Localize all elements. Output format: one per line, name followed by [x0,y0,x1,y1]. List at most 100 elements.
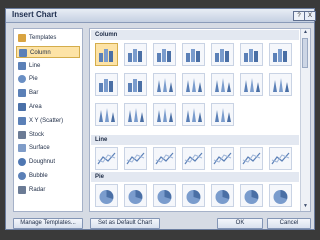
chart-type-stock[interactable]: Stock [16,129,80,141]
pie-chart-thumbnail[interactable] [269,184,292,207]
line-icon [271,152,290,165]
column-chart-thumbnail[interactable] [182,43,205,66]
pie-icon [244,190,259,204]
chart-type-label: Column [30,49,51,56]
cone-icon [186,78,202,92]
chart-type-label: Line [29,62,41,69]
pie-chart-thumbnail[interactable] [124,184,147,207]
scroll-down-arrow-icon[interactable]: ▼ [302,203,309,210]
pie-chart-icon [18,75,26,84]
chart-type-surface[interactable]: Surface [16,142,80,154]
column-chart-thumbnail[interactable] [269,43,292,66]
pie-icon [157,190,172,204]
chart-type-radar[interactable]: Radar [16,184,80,196]
column-chart-thumbnail[interactable] [153,43,176,66]
column-chart-icon [19,48,27,57]
line-chart-thumbnail[interactable] [95,147,118,170]
line-chart-thumbnail[interactable] [240,147,263,170]
column-chart-thumbnail[interactable] [95,43,118,66]
area-chart-icon [18,103,26,111]
chart-type-list: Templates Column Line Pie Bar Area X Y (Scatte… [13,28,83,212]
surface-chart-icon [18,144,26,153]
cone-icon [99,108,115,122]
chart-type-label: Bar [29,90,39,97]
pie-chart-thumbnail[interactable] [240,184,263,207]
pie-icon [215,190,230,204]
line-chart-thumbnail[interactable] [124,147,147,170]
scroll-thumb[interactable] [302,38,308,68]
line-chart-thumbnail[interactable] [211,147,234,170]
close-button[interactable]: X [304,11,316,21]
cone-chart-thumbnail[interactable] [182,103,205,126]
line-icon [155,152,174,165]
manage-templates-button[interactable]: Manage Templates... [13,218,83,229]
pie-icon [128,190,143,204]
bubble-chart-icon [18,172,26,180]
column-icon [128,79,142,92]
line-chart-thumbnail[interactable] [153,147,176,170]
chart-type-label: X Y (Scatter) [29,117,64,124]
pie-icon [186,190,201,204]
column-icon [273,49,287,62]
chart-type-x-y-scatter[interactable]: X Y (Scatter) [16,115,80,127]
cone-icon [157,108,173,122]
cone-icon [157,78,173,92]
pie-chart-thumbnail[interactable] [211,184,234,207]
chart-type-label: Stock [29,131,45,138]
folder-icon [18,34,26,42]
ok-button[interactable]: OK [217,218,263,229]
chart-type-label: Templates [29,35,57,41]
cone-icon [215,108,231,122]
line-chart-thumbnail[interactable] [182,147,205,170]
cone-chart-thumbnail[interactable] [269,73,292,96]
column-chart-thumbnail[interactable] [240,43,263,66]
cone-chart-thumbnail[interactable] [95,103,118,126]
column-chart-thumbnail[interactable] [124,73,147,96]
column-chart-thumbnail[interactable] [95,73,118,96]
chart-type-templates[interactable]: Templates [16,32,80,44]
cone-icon [186,108,202,122]
cone-icon [273,78,289,92]
cone-chart-thumbnail[interactable] [182,73,205,96]
insert-chart-dialog: Insert Chart ? X Templates Column Line Pie B… [5,8,316,230]
dialog-title: Insert Chart [12,10,57,19]
column-icon [128,49,142,62]
pie-chart-thumbnail[interactable] [153,184,176,207]
column-chart-thumbnail[interactable] [211,43,234,66]
chart-type-pie[interactable]: Pie [16,73,80,85]
chart-type-doughnut[interactable]: Doughnut [16,156,80,168]
chart-type-area[interactable]: Area [16,101,80,113]
cone-chart-thumbnail[interactable] [211,103,234,126]
line-icon [242,152,261,165]
bar-chart-icon [18,89,26,98]
section-header-line: Line [91,135,299,145]
chart-type-bar[interactable]: Bar [16,87,80,99]
gallery-scrollbar[interactable]: ▲ ▼ [300,29,310,211]
title-bar: Insert Chart ? X [6,9,316,23]
scroll-up-arrow-icon[interactable]: ▲ [302,29,309,36]
cone-chart-thumbnail[interactable] [211,73,234,96]
cone-chart-thumbnail[interactable] [240,73,263,96]
section-header-pie: Pie [91,172,299,182]
line-icon [213,152,232,165]
pie-chart-thumbnail[interactable] [95,184,118,207]
chart-type-label: Surface [29,145,50,152]
cone-chart-thumbnail[interactable] [153,103,176,126]
cone-icon [215,78,231,92]
chart-type-column[interactable]: Column [16,45,80,58]
column-icon [186,49,200,62]
chart-type-bubble[interactable]: Bubble [16,170,80,182]
set-default-chart-button[interactable]: Set as Default Chart [90,218,160,229]
doughnut-chart-icon [18,158,26,167]
cone-chart-thumbnail[interactable] [153,73,176,96]
cone-chart-thumbnail[interactable] [124,103,147,126]
cone-icon [244,78,260,92]
stock-chart-icon [18,130,26,139]
cancel-button[interactable]: Cancel [267,218,311,229]
chart-gallery: Column Line Pie ▲ ▼ [89,28,311,212]
chart-type-label: Doughnut [29,159,56,166]
column-chart-thumbnail[interactable] [124,43,147,66]
pie-chart-thumbnail[interactable] [182,184,205,207]
chart-type-line[interactable]: Line [16,60,80,72]
line-chart-thumbnail[interactable] [269,147,292,170]
